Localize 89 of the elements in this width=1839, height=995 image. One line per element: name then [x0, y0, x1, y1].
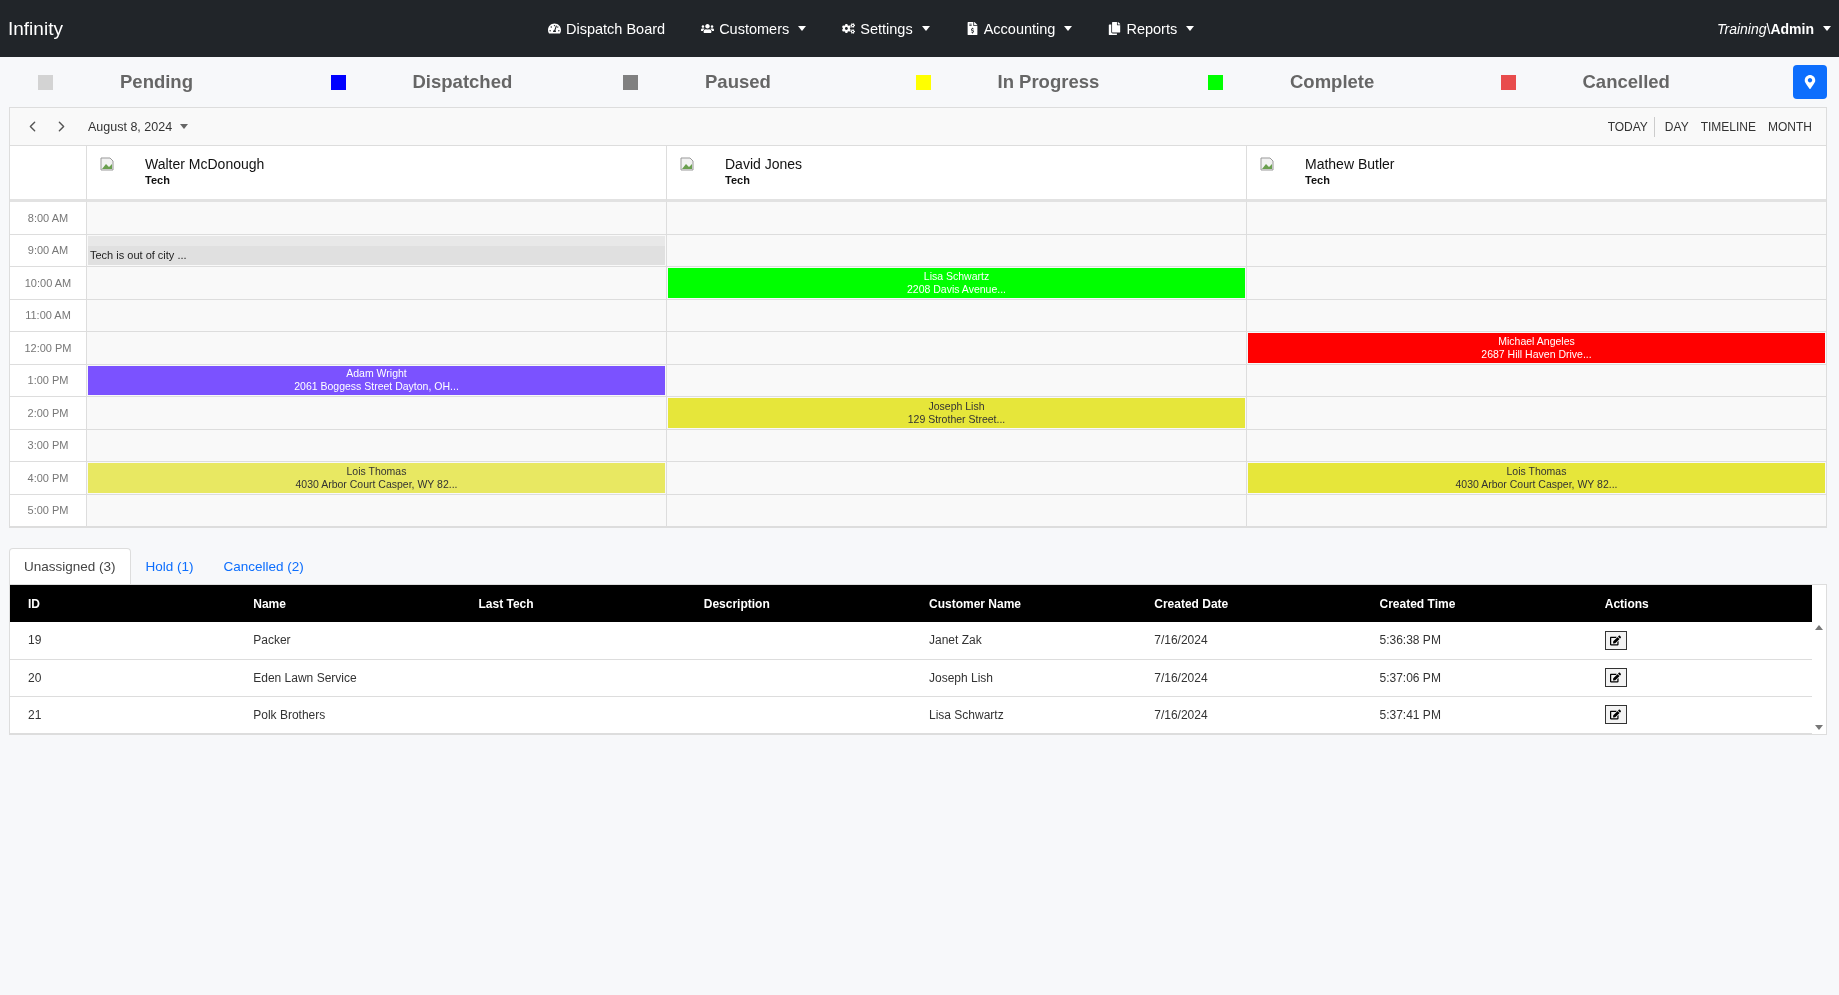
- time-label: 9:00 AM: [10, 234, 86, 267]
- scroll-up-icon[interactable]: [1815, 625, 1823, 630]
- map-button[interactable]: [1793, 65, 1827, 99]
- job-event[interactable]: Joseph Lish 129 Strother Street...: [668, 398, 1245, 428]
- column-header: Created Time: [1361, 585, 1587, 622]
- time-label: 2:00 PM: [10, 397, 86, 430]
- tech-role: Tech: [725, 174, 751, 186]
- time-label: 10:00 AM: [10, 267, 86, 300]
- edit-button[interactable]: [1604, 705, 1627, 724]
- nav-menu-item[interactable]: Accounting: [965, 20, 1073, 37]
- column-header: ID: [10, 585, 236, 622]
- job-event[interactable]: Lois Thomas 4030 Arbor Court Casper, WY 82...: [1248, 463, 1825, 493]
- tech-name: David Jones: [725, 156, 803, 172]
- column-header: Created Date: [1136, 585, 1362, 622]
- gears-icon: [842, 22, 856, 35]
- caret-icon: [1064, 26, 1073, 31]
- scroll-down-icon[interactable]: [1815, 724, 1823, 730]
- caret-icon: [798, 26, 807, 31]
- broken-image-icon: [99, 156, 115, 172]
- job-event[interactable]: Michael Angeles 2687 Hill Haven Drive...: [1248, 333, 1825, 363]
- table-cell: 20: [28, 670, 42, 685]
- map-pin-icon: [1803, 75, 1817, 89]
- brand-name[interactable]: Infinity: [8, 17, 548, 40]
- caret-icon: [921, 26, 930, 31]
- date-picker[interactable]: August 8, 2024: [82, 118, 195, 135]
- time-slot[interactable]: Tech is out of city ...: [86, 234, 666, 267]
- tab[interactable]: Unassigned (3): [9, 548, 131, 584]
- caret-icon: [1823, 26, 1831, 31]
- time-label: 5:00 PM: [10, 494, 86, 527]
- tech-name: Mathew Butler: [1305, 156, 1395, 172]
- job-event[interactable]: Adam Wright 2061 Boggess Street Dayton, OH...: [88, 365, 665, 395]
- time-label: 11:00 AM: [10, 299, 86, 332]
- table-cell: Janet Zak: [929, 633, 982, 648]
- status-label: Dispatched: [412, 71, 513, 93]
- column-header: Customer Name: [911, 585, 1137, 622]
- table-cell: 7/16/2024: [1154, 670, 1208, 685]
- table-cell: 7/16/2024: [1154, 633, 1208, 648]
- status-label: Pending: [120, 71, 193, 93]
- table-cell: Eden Lawn Service: [253, 670, 357, 685]
- table-cell: Lisa Schwartz: [929, 707, 1004, 722]
- status-label: Paused: [705, 71, 771, 93]
- status-label: In Progress: [997, 71, 1100, 93]
- nav-menu-item[interactable]: Settings: [842, 20, 930, 37]
- view-button[interactable]: TODAY: [1601, 116, 1655, 137]
- column-header: Description: [685, 585, 911, 622]
- view-button[interactable]: MONTH: [1762, 116, 1818, 137]
- table-cell: 7/16/2024: [1154, 707, 1208, 722]
- table-cell: 21: [28, 707, 42, 722]
- document-icon: [965, 22, 979, 35]
- view-button[interactable]: TIMELINE: [1694, 116, 1762, 137]
- table-cell: 5:36:38 PM: [1379, 633, 1441, 648]
- status-label: Complete: [1290, 71, 1375, 93]
- copy-icon: [1108, 22, 1122, 35]
- tech-role: Tech: [1305, 174, 1331, 186]
- table-cell: 19: [28, 633, 42, 648]
- caret-icon: [180, 124, 189, 129]
- tech-role: Tech: [145, 174, 171, 186]
- job-event[interactable]: Lois Thomas 4030 Arbor Court Casper, WY 82...: [88, 463, 665, 493]
- time-label: 8:00 AM: [10, 202, 86, 235]
- tab[interactable]: Hold (1): [130, 548, 209, 584]
- nav-menu-item[interactable]: Reports: [1108, 20, 1195, 37]
- column-header: Name: [235, 585, 461, 622]
- gauge-icon: [548, 22, 561, 35]
- table-cell: Packer: [253, 633, 291, 648]
- table-cell: Polk Brothers: [253, 707, 326, 722]
- time-label: 12:00 PM: [10, 332, 86, 365]
- caret-icon: [1186, 26, 1195, 31]
- edit-icon: [1610, 709, 1622, 720]
- edit-icon: [1610, 672, 1622, 683]
- time-label: 3:00 PM: [10, 429, 86, 462]
- edit-icon: [1610, 634, 1622, 646]
- table-cell: 5:37:41 PM: [1379, 707, 1441, 722]
- table-cell: Joseph Lish: [929, 670, 994, 685]
- edit-button[interactable]: [1604, 668, 1627, 687]
- column-header: Last Tech: [460, 585, 686, 622]
- tech-name: Walter McDonough: [145, 156, 265, 172]
- time-label: 4:00 PM: [10, 462, 86, 495]
- broken-image-icon: [1259, 156, 1275, 172]
- time-label: 1:00 PM: [10, 364, 86, 397]
- column-header: Actions: [1586, 585, 1812, 622]
- view-button[interactable]: DAY: [1658, 116, 1695, 137]
- nav-menu-item[interactable]: Customers: [701, 20, 807, 37]
- status-label: Cancelled: [1582, 71, 1670, 93]
- users-icon: [701, 22, 715, 35]
- edit-button[interactable]: [1604, 630, 1627, 650]
- broken-image-icon: [679, 156, 695, 172]
- table-cell: 5:37:06 PM: [1379, 670, 1441, 685]
- tab[interactable]: Cancelled (2): [208, 548, 319, 584]
- nav-menu-item[interactable]: Dispatch Board: [548, 20, 666, 37]
